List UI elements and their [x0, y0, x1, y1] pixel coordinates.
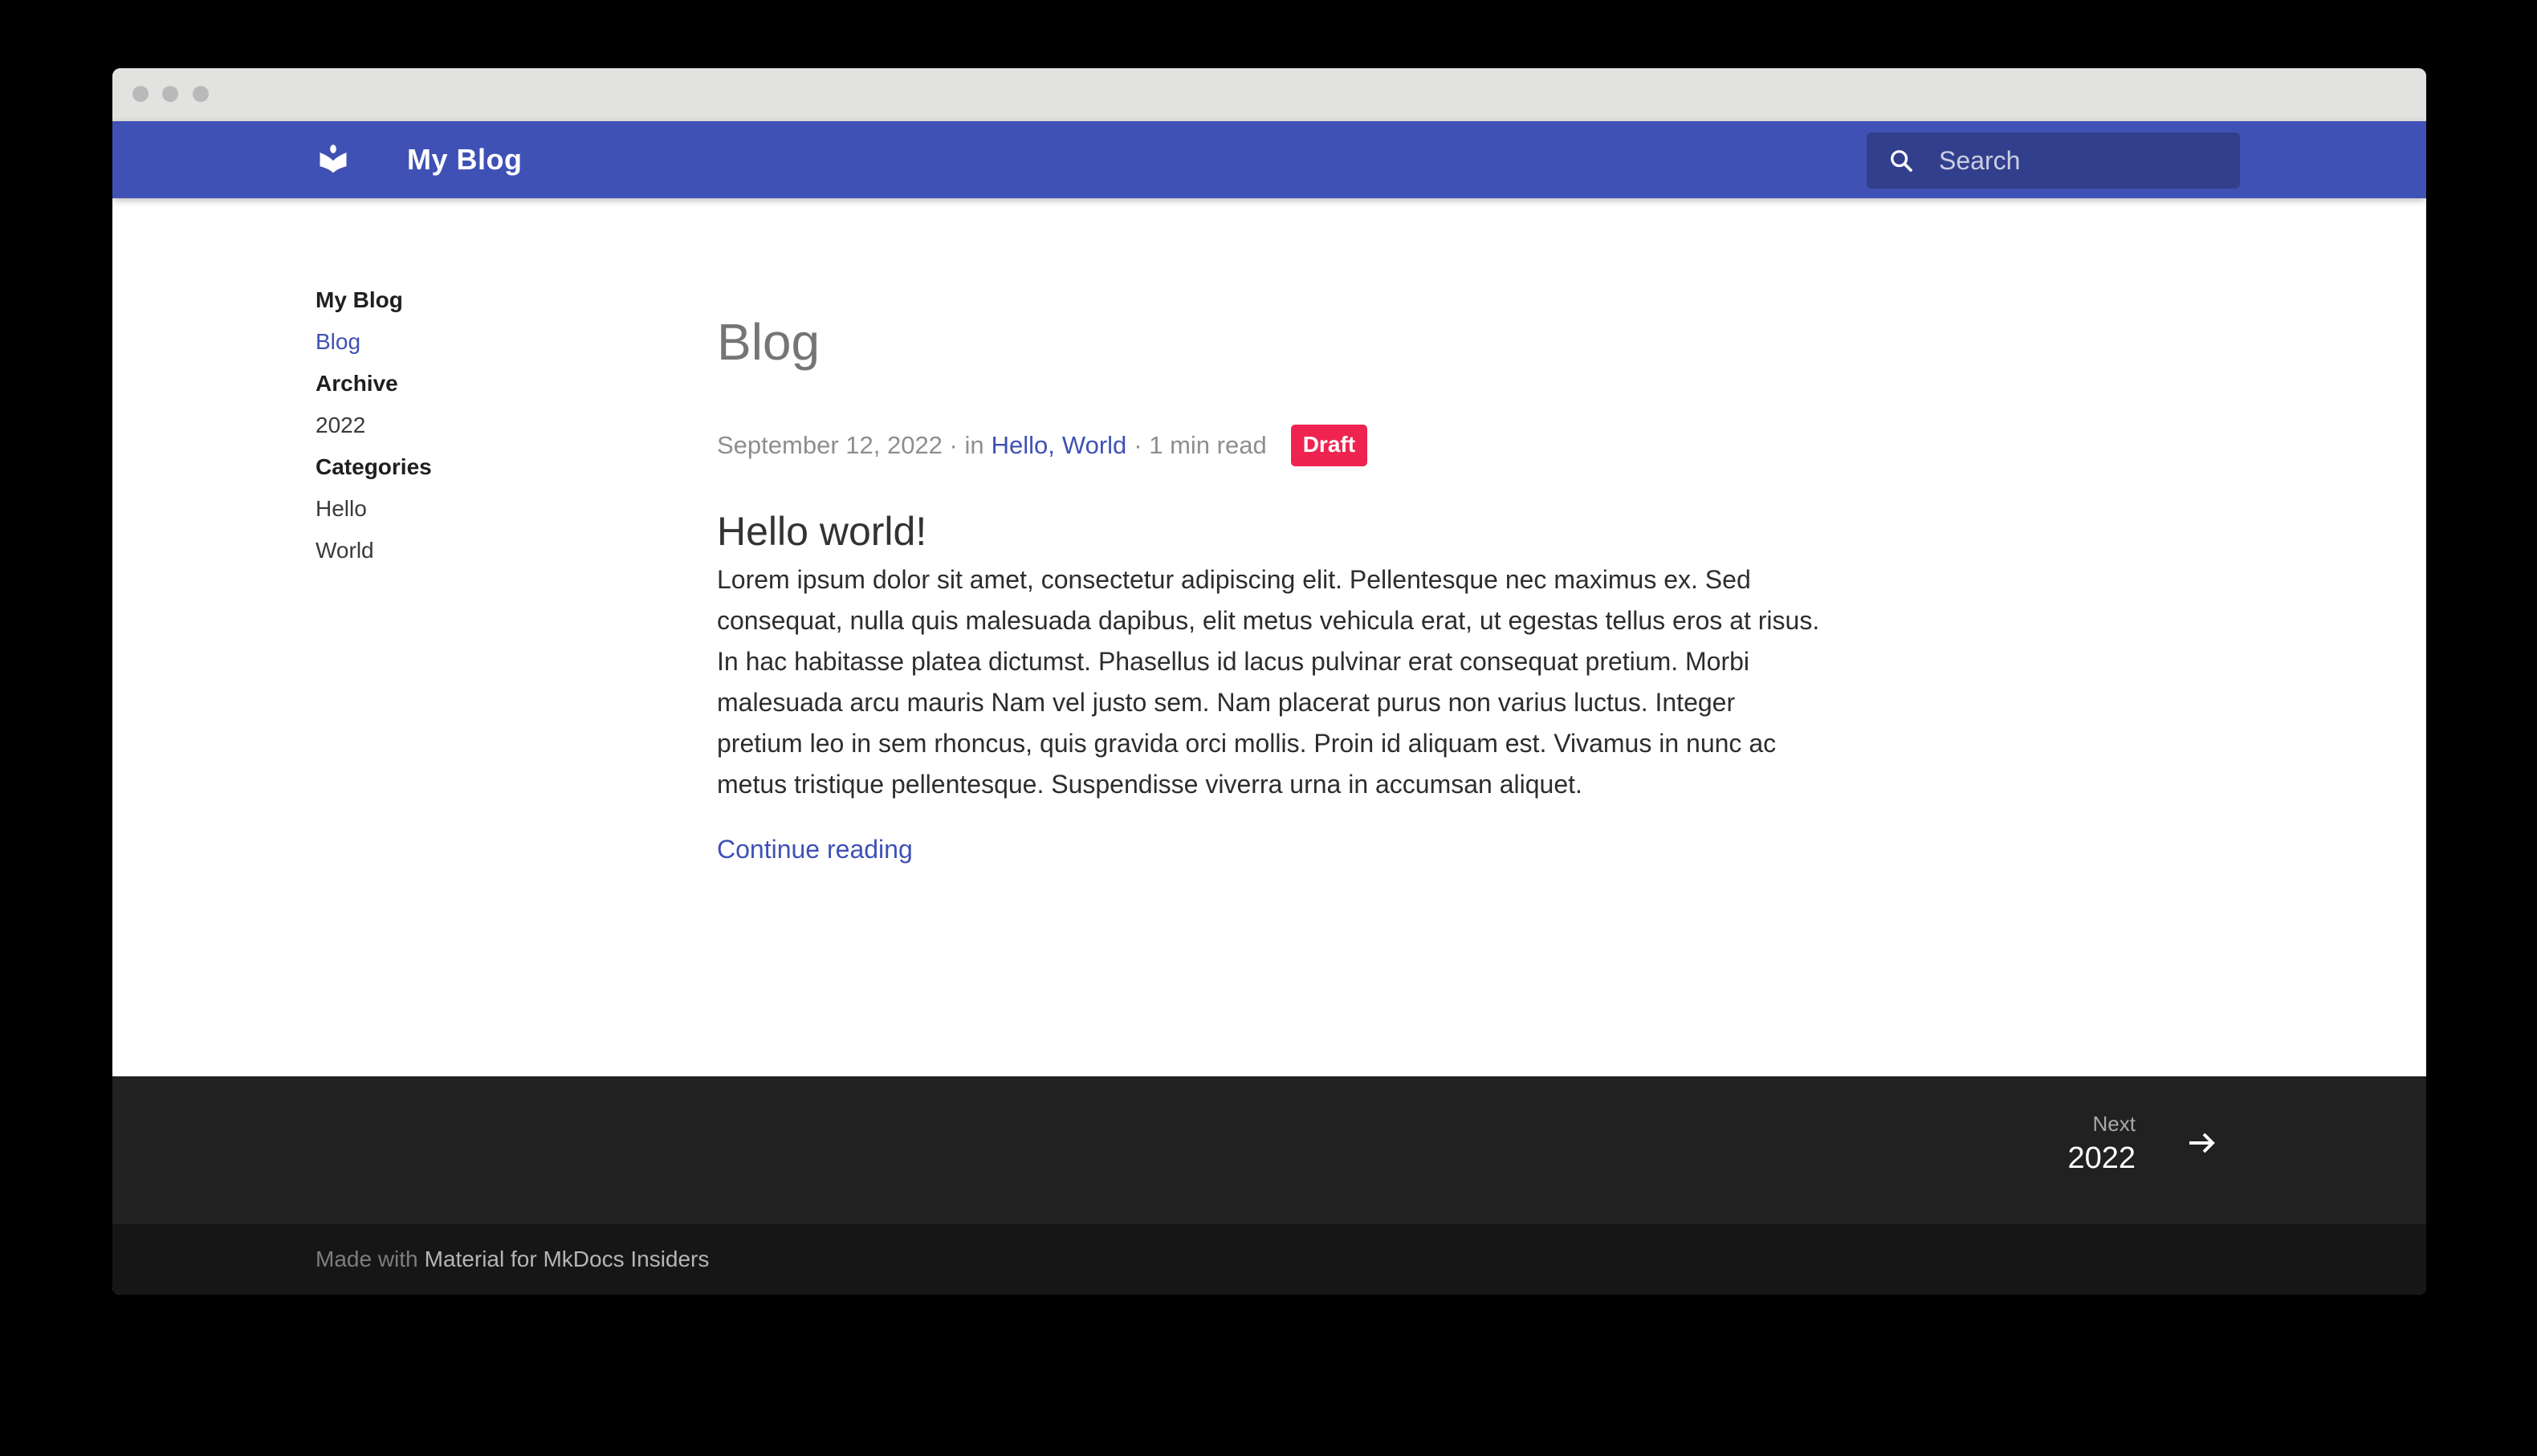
- post-body-line: metus tristique pellentesque. Suspendiss…: [717, 764, 1841, 805]
- post-body-line: consequat, nulla quis malesuada dapibus,…: [717, 600, 1841, 641]
- footer: Next 2022: [112, 1076, 2426, 1224]
- sidebar-archive-heading: Archive: [316, 372, 661, 396]
- footer-next-link[interactable]: Next 2022: [2067, 1112, 2219, 1174]
- footer-meta: Made with Material for MkDocs Insiders: [112, 1224, 2426, 1295]
- read-time: · 1 min read: [1134, 431, 1266, 459]
- app-header: My Blog: [112, 121, 2426, 198]
- post-body: Lorem ipsum dolor sit amet, consectetur …: [717, 559, 1841, 805]
- sidebar-item-world[interactable]: World: [316, 539, 661, 563]
- page-title: Blog: [717, 310, 820, 374]
- sidebar-item-hello[interactable]: Hello: [316, 497, 661, 521]
- site-logo-book-icon[interactable]: [316, 142, 351, 177]
- arrow-right-icon: [2184, 1125, 2219, 1161]
- search-icon: [1886, 145, 1916, 176]
- footer-next-text: Next 2022: [2067, 1112, 2136, 1174]
- footer-mkdocs-link[interactable]: Material for MkDocs Insiders: [425, 1247, 710, 1271]
- post-body-line: pretium leo in sem rhoncus, quis gravida…: [717, 723, 1841, 764]
- next-title: 2022: [2067, 1142, 2136, 1174]
- post-body-line: malesuada arcu mauris Nam vel justo sem.…: [717, 682, 1841, 723]
- sidebar-item-blog[interactable]: Blog: [316, 330, 661, 354]
- close-window-button[interactable]: [132, 86, 149, 102]
- category-comma: ,: [1048, 431, 1055, 459]
- sidebar-item-2022[interactable]: 2022: [316, 413, 661, 437]
- sidebar-site-title[interactable]: My Blog: [316, 288, 661, 312]
- footer-made-with: Made with: [316, 1247, 418, 1271]
- next-label: Next: [2067, 1112, 2136, 1136]
- sidebar-categories-heading: Categories: [316, 455, 661, 479]
- maximize-window-button[interactable]: [193, 86, 209, 102]
- draft-badge: Draft: [1291, 425, 1367, 466]
- browser-window: My Blog My Blog Blog Archive 2022 Catego…: [112, 68, 2426, 1295]
- post-title[interactable]: Hello world!: [717, 506, 926, 557]
- search-input[interactable]: [1937, 145, 2213, 177]
- post-body-line: In hac habitasse platea dictumst. Phasel…: [717, 641, 1841, 682]
- category-link-hello[interactable]: Hello: [992, 431, 1049, 459]
- post-meta-line: September 12, 2022 · in Hello,World · 1 mi…: [717, 425, 1367, 466]
- post-date: September 12, 2022 · in: [717, 431, 984, 459]
- minimize-window-button[interactable]: [162, 86, 178, 102]
- continue-reading-link[interactable]: Continue reading: [717, 829, 913, 870]
- footer-meta-text: Made with Material for MkDocs Insiders: [316, 1247, 709, 1272]
- sidebar-navigation: My Blog Blog Archive 2022 Categories Hel…: [316, 288, 661, 580]
- category-link-world[interactable]: World: [1062, 431, 1126, 459]
- post-body-line: Lorem ipsum dolor sit amet, consectetur …: [717, 559, 1841, 600]
- header-site-title: My Blog: [407, 121, 523, 198]
- search-bar[interactable]: [1867, 132, 2240, 189]
